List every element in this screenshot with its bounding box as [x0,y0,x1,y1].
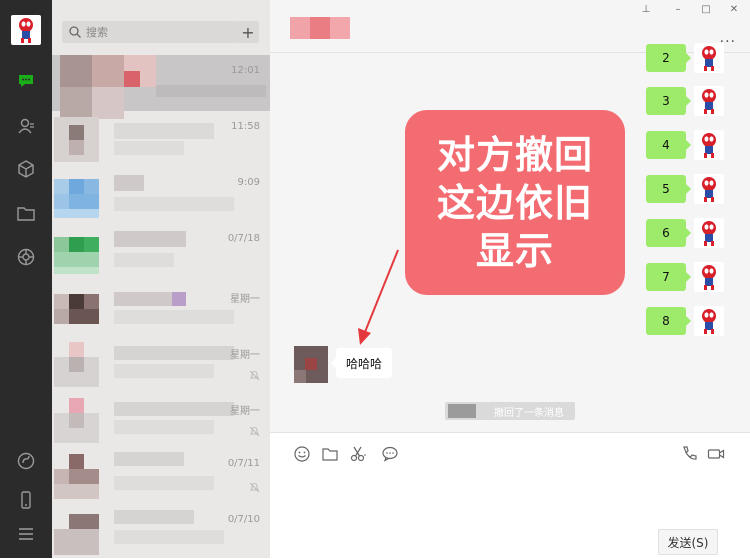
search-input[interactable]: 搜索 [62,21,239,43]
video-icon[interactable] [707,445,725,463]
list-item[interactable]: 星期一 [52,336,270,392]
list-item[interactable]: 0/7/10 [52,504,270,558]
add-button[interactable]: + [237,21,259,43]
avatar [54,398,99,443]
contact-name [114,452,184,466]
mute-icon [249,482,260,493]
nav-rail [0,0,52,558]
avatar [54,229,99,274]
timestamp: 0/7/10 [227,514,260,525]
timestamp: 12:01 [231,65,260,76]
search-placeholder: 搜索 [86,26,108,39]
mute-icon [249,426,260,437]
folder-icon[interactable] [321,445,339,463]
timestamp: 0/7/18 [227,233,260,244]
avatar [54,173,99,218]
timestamp: 星期一 [230,350,260,361]
list-item[interactable]: 9:09 [52,167,270,223]
timestamp: 星期一 [230,294,260,305]
menu-icon[interactable] [14,522,38,546]
emoji-icon[interactable] [293,445,311,463]
contact-name [114,292,174,306]
emoji-icon [172,292,186,306]
message-preview [114,253,174,267]
moments-icon[interactable] [14,245,38,269]
message-preview [114,310,234,324]
files-icon[interactable] [14,201,38,225]
call-icon[interactable] [680,445,698,463]
message-preview [156,85,266,97]
list-item[interactable]: 0/7/11 [52,448,270,504]
contact-name [114,123,214,139]
timestamp: 0/7/11 [227,458,260,469]
avatar[interactable] [11,15,41,45]
message-input-area[interactable]: 发送(S) [270,432,750,559]
message-preview [114,530,224,544]
contact-name [114,346,234,360]
contact-name [114,231,186,247]
list-item[interactable]: 0/7/18 [52,223,270,279]
send-button[interactable]: 发送(S) [658,529,718,555]
wechat-window: 搜索 + 12:01 11:58 9:09 0/7/18 星期一 星期一 星期一… [0,0,750,559]
list-item[interactable]: 12:01 [52,55,270,119]
contact-name [114,402,234,416]
avatar [54,454,99,499]
scissors-icon[interactable] [349,445,367,463]
message-preview [114,141,184,155]
avatar [54,286,99,331]
chat-icon[interactable] [14,69,38,93]
list-item[interactable]: 星期一 [52,280,270,336]
mute-icon [249,370,260,381]
chat-list: 搜索 + 12:01 11:58 9:09 0/7/18 星期一 星期一 星期一… [52,0,270,558]
search-icon [69,26,81,38]
avatar [54,510,99,555]
timestamp: 9:09 [237,177,260,188]
avatar [54,342,99,387]
timestamp: 星期一 [230,406,260,417]
arrow-icon [358,249,399,345]
contacts-icon[interactable] [14,114,38,138]
favorites-icon[interactable] [14,157,38,181]
chat-bubble-icon[interactable] [381,445,399,463]
chat-panel: ⊥ – □ ✕ ... 2 3 4 5 6 7 8 哈哈哈 撤回了一条消息 对方… [270,0,750,559]
message-preview [114,476,214,490]
contact-name [114,510,194,524]
message-preview [114,364,214,378]
list-item[interactable]: 11:58 [52,111,270,167]
list-item[interactable]: 星期一 [52,392,270,448]
message-preview [114,197,234,211]
contact-name [114,175,144,191]
avatar [54,117,99,162]
phone-icon[interactable] [14,488,38,512]
timestamp: 11:58 [231,121,260,132]
message-preview [114,420,214,434]
miniprogram-icon[interactable] [14,449,38,473]
